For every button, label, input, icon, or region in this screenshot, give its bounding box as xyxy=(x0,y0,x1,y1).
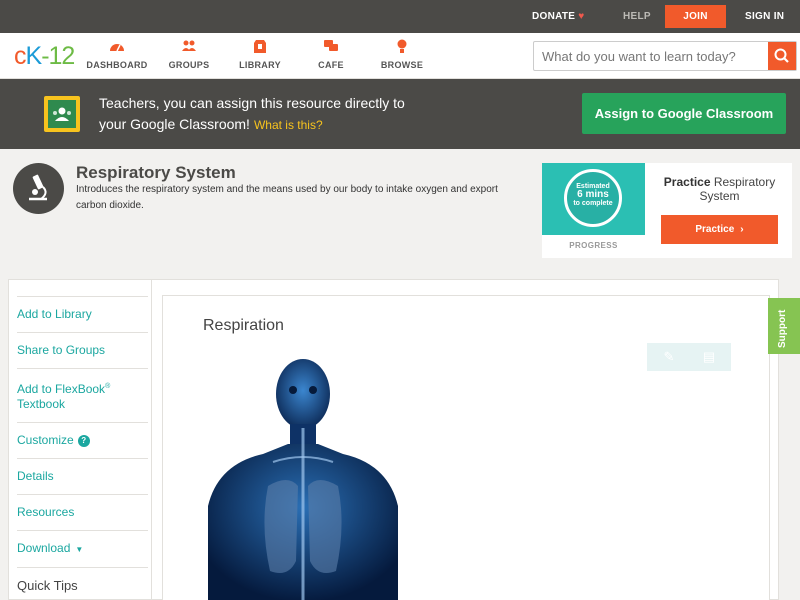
content-title: Respiration xyxy=(203,317,284,334)
help-question-icon[interactable]: ? xyxy=(77,435,90,447)
content-tools: ✎ ▤ xyxy=(647,343,731,371)
top-bar: DONATE ♥ HELP JOIN SIGN IN xyxy=(0,0,800,33)
banner-line-1: Teachers, you can assign this resource d… xyxy=(99,95,405,111)
progress-label: PROGRESS xyxy=(569,241,618,250)
main-panel: Add to Library Share to Groups Add to Fl… xyxy=(8,279,779,600)
notes-icon[interactable]: ▤ xyxy=(701,349,717,365)
flexbook-label-2: Textbook xyxy=(17,397,66,411)
what-is-this-link[interactable]: What is this? xyxy=(254,118,323,132)
heart-icon: ♥ xyxy=(578,11,585,22)
help-link[interactable]: HELP xyxy=(623,0,651,33)
dashboard-icon xyxy=(82,39,152,55)
sidebar-item-quick-tips[interactable]: Quick Tips xyxy=(17,567,148,600)
respiratory-system-image xyxy=(208,356,398,600)
main-nav: cK-12 DASHBOARD GROUPS LIBRARY CAFE BROW… xyxy=(0,33,800,79)
donate-label: DONATE xyxy=(532,11,576,22)
nav-groups-label: GROUPS xyxy=(168,60,210,70)
practice-card: Estimated 6 mins to complete PROGRESS Pr… xyxy=(542,163,792,258)
search-box xyxy=(533,41,797,71)
banner-line-2: your Google Classroom! xyxy=(99,116,250,132)
logo-k: K xyxy=(25,42,43,70)
nav-browse-label: BROWSE xyxy=(380,60,424,70)
logo-c: c xyxy=(14,42,26,70)
search-button[interactable] xyxy=(768,42,796,70)
support-label: Support xyxy=(777,309,788,348)
sidebar-item-share-to-groups[interactable]: Share to Groups xyxy=(17,332,148,368)
nav-dashboard-label: DASHBOARD xyxy=(86,60,148,70)
search-input[interactable] xyxy=(534,42,770,70)
nav-cafe-label: CAFE xyxy=(318,60,344,70)
groups-icon xyxy=(154,39,224,55)
google-classroom-banner: Teachers, you can assign this resource d… xyxy=(0,79,800,149)
sidebar-item-download[interactable]: Download ▼ xyxy=(17,530,148,567)
search-icon xyxy=(774,48,789,63)
nav-browse[interactable]: BROWSE xyxy=(367,39,437,70)
nav-dashboard[interactable]: DASHBOARD xyxy=(82,39,152,70)
practice-button-label: Practice xyxy=(695,224,735,235)
chevron-right-icon: › xyxy=(740,224,744,235)
microscope-icon xyxy=(13,163,64,214)
page-description: Introduces the respiratory system and th… xyxy=(76,184,498,211)
customize-label: Customize xyxy=(17,433,74,447)
pencil-icon[interactable]: ✎ xyxy=(661,349,677,365)
practice-title: Practice Respiratory System xyxy=(652,175,787,203)
progress-image: Estimated 6 mins to complete xyxy=(542,163,645,235)
practice-title-rest: Respiratory System xyxy=(699,175,776,203)
nav-library-label: LIBRARY xyxy=(239,60,281,70)
nav-groups[interactable]: GROUPS xyxy=(154,39,224,70)
nav-library[interactable]: LIBRARY xyxy=(225,39,295,70)
sidebar: Add to Library Share to Groups Add to Fl… xyxy=(17,296,148,600)
estimated-mins: 6 mins xyxy=(577,189,609,200)
to-complete-label: to complete xyxy=(573,200,613,207)
panel-divider xyxy=(151,280,152,600)
support-tab[interactable]: Support xyxy=(768,298,800,354)
ck12-logo[interactable]: cK-12 xyxy=(14,42,76,70)
caret-down-icon: ▼ xyxy=(75,545,84,554)
cafe-icon xyxy=(296,39,366,55)
logo-dash: - xyxy=(41,42,49,70)
sign-in-link[interactable]: SIGN IN xyxy=(745,0,784,33)
practice-title-bold: Practice xyxy=(663,175,711,189)
registered-mark: ® xyxy=(105,383,111,390)
logo-number: 12 xyxy=(48,42,76,70)
page-title: Respiratory System xyxy=(76,163,236,182)
sidebar-item-add-to-library[interactable]: Add to Library xyxy=(17,296,148,332)
download-label: Download xyxy=(17,541,71,555)
browse-icon xyxy=(367,39,437,55)
sidebar-item-details[interactable]: Details xyxy=(17,458,148,494)
practice-button[interactable]: Practice › xyxy=(661,215,778,244)
google-classroom-icon xyxy=(44,96,80,132)
library-icon xyxy=(225,39,295,55)
banner-message: Teachers, you can assign this resource d… xyxy=(99,93,459,136)
sidebar-item-add-to-flexbook[interactable]: Add to FlexBook® Textbook xyxy=(17,368,148,422)
content-area: Respiration ✎ ▤ xyxy=(162,295,770,600)
donate-link[interactable]: DONATE ♥ xyxy=(532,0,585,33)
nav-cafe[interactable]: CAFE xyxy=(296,39,366,70)
assign-to-google-classroom-button[interactable]: Assign to Google Classroom xyxy=(582,93,786,134)
sidebar-item-resources[interactable]: Resources xyxy=(17,494,148,530)
flexbook-label: Add to FlexBook xyxy=(17,382,106,396)
sidebar-item-customize[interactable]: Customize? xyxy=(17,422,148,458)
estimated-time-ring: Estimated 6 mins to complete xyxy=(564,169,622,227)
join-button[interactable]: JOIN xyxy=(665,5,726,28)
